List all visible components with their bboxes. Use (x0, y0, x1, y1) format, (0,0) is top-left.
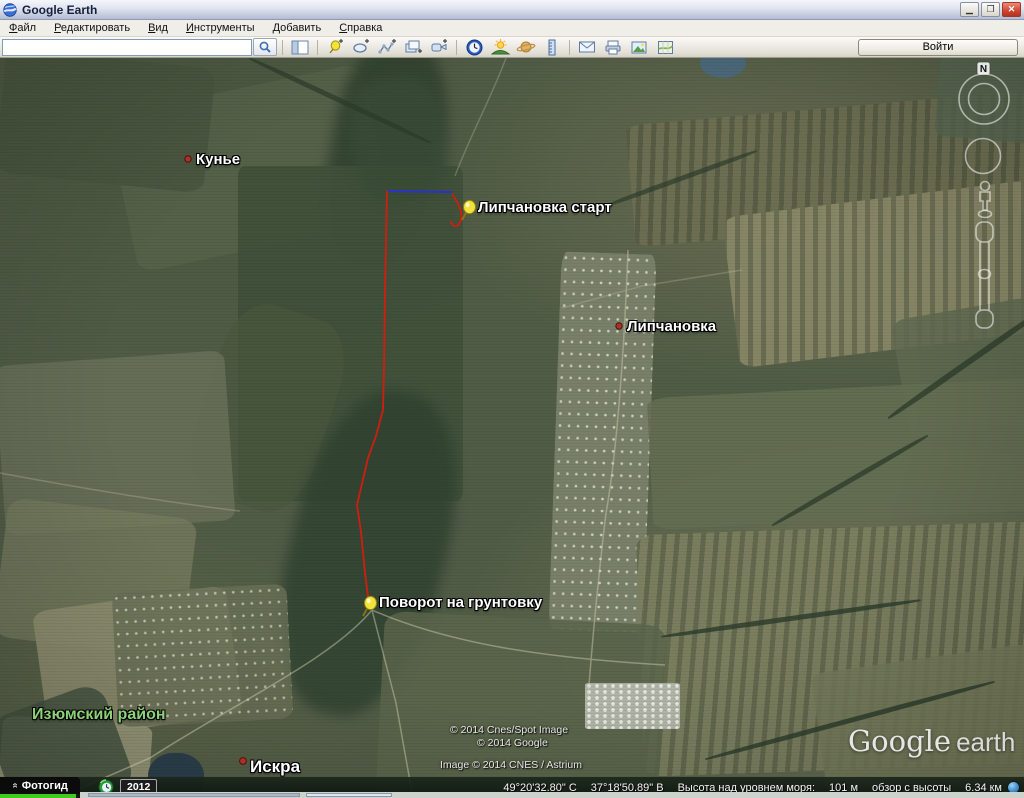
status-bar: » Фотогид 2012 49°20'32.80" С 37°18'50.8… (0, 777, 1024, 798)
copyright-line-2: © 2014 Google (477, 737, 548, 749)
track-red-path[interactable] (357, 191, 387, 604)
add-image-overlay-button[interactable] (401, 38, 425, 56)
map-overlay: N (0, 58, 1024, 798)
email-button[interactable] (575, 38, 599, 56)
zoom-out-button[interactable] (976, 310, 993, 328)
search-input[interactable] (2, 39, 252, 56)
road-lines (0, 58, 742, 798)
move-joystick[interactable] (966, 139, 1001, 174)
menu-tools[interactable]: Инструменты (177, 21, 264, 35)
view-in-maps-button[interactable] (653, 38, 677, 56)
sunlight-button[interactable] (488, 38, 512, 56)
look-joystick[interactable] (959, 74, 1009, 124)
placemark-dot-lipchanovka[interactable] (616, 323, 622, 329)
menu-add[interactable]: Добавить (264, 21, 331, 35)
search-icon (258, 40, 272, 54)
placemark-label-lipchanovka-start[interactable]: Липчановка старт (478, 199, 612, 216)
ruler-button[interactable] (540, 38, 564, 56)
google-earth-app-icon (3, 3, 17, 17)
placemark-label-iskra[interactable]: Искра (250, 757, 300, 777)
record-tour-icon (430, 39, 448, 55)
view-in-google-maps-icon (657, 40, 674, 55)
sidebar-toggle-button[interactable] (288, 38, 312, 56)
compass-north-label: N (980, 64, 987, 75)
minimize-button[interactable]: ▁ (960, 2, 979, 17)
placemark-label-povorot[interactable]: Поворот на грунтовку (379, 594, 542, 611)
add-path-icon (378, 39, 396, 55)
save-image-icon (630, 40, 648, 55)
bottom-border-segment (88, 793, 300, 797)
photo-guide-label: Фотогид (22, 780, 68, 792)
save-image-button[interactable] (627, 38, 651, 56)
print-icon (604, 39, 622, 55)
copyright-line-3: Image © 2014 CNES / Astrium (440, 759, 582, 771)
map-viewport[interactable]: N Кунье Липчановка старт Липчановка Пово… (0, 58, 1024, 798)
track-blue-segment[interactable] (388, 191, 452, 192)
menu-edit[interactable]: Редактировать (45, 21, 139, 35)
watermark-earth: earth (956, 727, 1015, 757)
menu-bar: Файл Редактировать Вид Инструменты Добав… (0, 20, 1024, 37)
sidebar-icon (291, 40, 309, 55)
toolbar-separator (317, 40, 318, 55)
zoom-in-button[interactable] (976, 222, 993, 242)
ruler-icon (546, 39, 558, 56)
placemark-pin-lipchanovka-start[interactable] (462, 200, 476, 220)
add-path-button[interactable] (375, 38, 399, 56)
bottom-border-segment (306, 793, 392, 797)
sign-in-button[interactable]: Войти (858, 39, 1018, 56)
historical-imagery-clock-icon (466, 39, 483, 56)
google-earth-watermark: Googleearth (848, 724, 1015, 758)
sunlight-icon (491, 39, 510, 55)
placemark-label-kunye[interactable]: Кунье (196, 151, 240, 168)
historical-imagery-button[interactable] (462, 38, 486, 56)
add-image-overlay-icon (404, 39, 422, 55)
add-polygon-button[interactable] (349, 38, 373, 56)
window-bottom-border (80, 792, 1024, 798)
toolbar-separator (456, 40, 457, 55)
region-label-izyumskiy-rayon: Изюмский район (32, 706, 166, 724)
add-placemark-icon (326, 39, 344, 55)
window-title: Google Earth (22, 3, 958, 17)
search-button[interactable] (253, 38, 277, 56)
restore-button[interactable]: ❐ (981, 2, 1000, 17)
add-placemark-button[interactable] (323, 38, 347, 56)
zoom-slider[interactable] (976, 222, 993, 328)
chevron-up-icon: » (9, 783, 20, 789)
watermark-google: Google (848, 724, 951, 758)
planets-button[interactable] (514, 38, 538, 56)
streaming-progress-bar (0, 794, 76, 798)
title-bar: Google Earth ▁ ❐ ✕ (0, 0, 1024, 20)
menu-file[interactable]: Файл (0, 21, 45, 35)
add-polygon-icon (352, 39, 370, 55)
planets-saturn-icon (516, 39, 536, 55)
toolbar-separator (569, 40, 570, 55)
placemark-dot-kunye[interactable] (185, 156, 191, 162)
print-button[interactable] (601, 38, 625, 56)
close-button[interactable]: ✕ (1002, 2, 1021, 17)
email-icon (578, 40, 596, 54)
toolbar-separator (282, 40, 283, 55)
record-tour-button[interactable] (427, 38, 451, 56)
track-red-hook[interactable] (451, 194, 461, 226)
toolbar: Войти (0, 37, 1024, 58)
photo-guide-toggle[interactable]: » Фотогид (0, 777, 80, 794)
navigation-controls (959, 62, 1009, 328)
placemark-label-lipchanovka[interactable]: Липчановка (627, 318, 716, 335)
pegman-icon[interactable] (979, 182, 992, 218)
menu-help[interactable]: Справка (330, 21, 391, 35)
menu-view[interactable]: Вид (139, 21, 177, 35)
copyright-line-1: © 2014 Cnes/Spot Image (450, 724, 568, 736)
placemark-dot-iskra[interactable] (240, 758, 247, 765)
